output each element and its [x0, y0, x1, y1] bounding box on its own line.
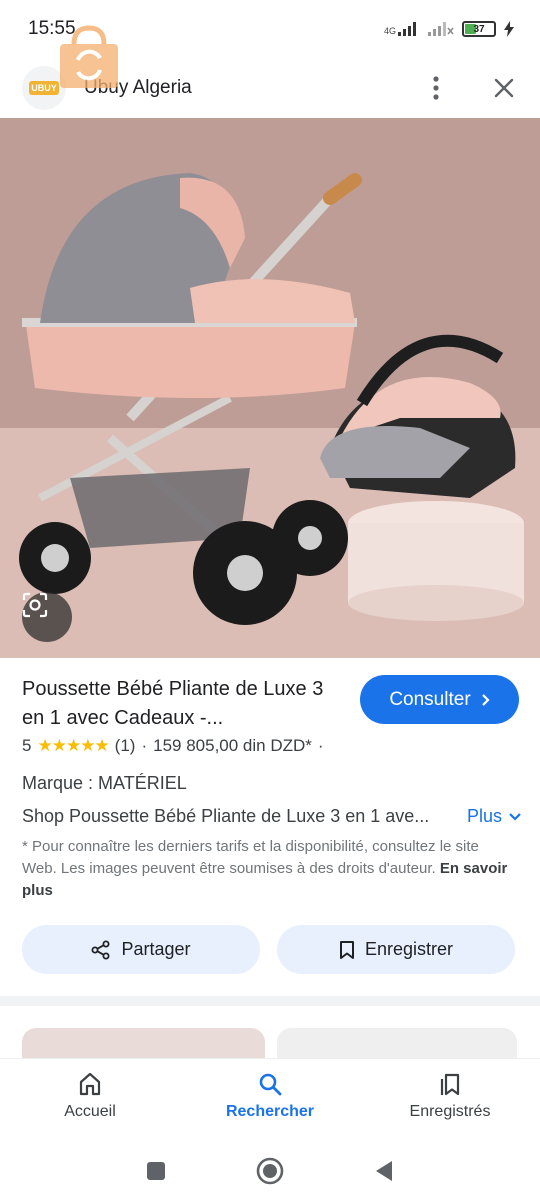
saved-icon — [440, 1073, 460, 1096]
back-icon[interactable] — [374, 1160, 394, 1182]
rating-value: 5 — [22, 736, 32, 755]
related-result-thumbnail[interactable] — [277, 1028, 517, 1058]
more-label: Plus — [466, 806, 502, 826]
product-image[interactable] — [0, 118, 540, 658]
product-brand: Marque : MATÉRIEL — [22, 773, 187, 793]
share-icon — [91, 940, 110, 959]
more-vert-icon[interactable] — [422, 74, 450, 102]
lens-icon[interactable] — [22, 592, 72, 642]
shop-description: Shop Poussette Bébé Pliante de Luxe 3 en… — [22, 806, 430, 826]
home-icon — [79, 1072, 101, 1096]
disclaimer: * Pour connaître les derniers tarifs et … — [22, 836, 508, 902]
section-divider — [0, 996, 540, 1006]
disclaimer-text: * Pour connaître les derniers tarifs et … — [22, 838, 479, 877]
nav-search-label: Rechercher — [225, 1103, 315, 1120]
related-result-thumbnail[interactable] — [22, 1028, 265, 1058]
nav-home-label: Accueil — [64, 1103, 116, 1120]
battery-level: 37 — [473, 23, 485, 35]
nav-search[interactable]: Rechercher — [200, 1071, 340, 1121]
save-label: Enregistrer — [364, 939, 454, 959]
chevron-right-icon — [481, 693, 490, 706]
product-price: 159 805,00 din DZD* — [153, 736, 312, 755]
network-type-label: 4G — [383, 26, 396, 36]
signal-icon: 4G — [384, 22, 420, 36]
nav-home[interactable]: Accueil — [20, 1071, 160, 1121]
more-button[interactable]: Plus — [467, 806, 522, 827]
recents-icon[interactable] — [146, 1161, 166, 1181]
share-label: Partager — [121, 939, 191, 959]
battery-icon: 37 — [462, 21, 496, 37]
bookmark-icon — [339, 940, 354, 959]
separator: · — [141, 736, 148, 755]
home-button-icon[interactable] — [256, 1157, 284, 1185]
signal-2-icon — [428, 22, 454, 36]
star-rating-icon: ★★★★★ — [37, 736, 109, 755]
save-button[interactable]: Enregistrer — [277, 925, 515, 974]
shop-row: Shop Poussette Bébé Pliante de Luxe 3 en… — [22, 806, 522, 827]
bottom-nav: Accueil Rechercher Enregistrés — [0, 1058, 540, 1142]
visit-button-label: Consulter — [389, 688, 471, 710]
product-title[interactable]: Poussette Bébé Pliante de Luxe 3 en 1 av… — [22, 675, 342, 733]
visit-button[interactable]: Consulter — [360, 675, 519, 724]
share-button[interactable]: Partager — [22, 925, 260, 974]
chevron-down-icon — [509, 813, 521, 821]
rating-row: 5 ★★★★★ (1) · 159 805,00 din DZD* · — [22, 736, 324, 756]
status-icons: 4G 37 — [384, 21, 514, 37]
close-icon[interactable] — [490, 74, 518, 102]
review-count: (1) — [114, 736, 136, 755]
shopping-bag-icon — [60, 25, 118, 88]
separator: · — [317, 736, 324, 755]
system-nav-bar — [0, 1142, 540, 1200]
site-logo-text: UBUY — [29, 81, 59, 95]
search-icon — [259, 1073, 282, 1096]
nav-saved-label: Enregistrés — [409, 1103, 491, 1120]
charging-icon — [504, 21, 514, 37]
nav-saved[interactable]: Enregistrés — [380, 1071, 520, 1121]
